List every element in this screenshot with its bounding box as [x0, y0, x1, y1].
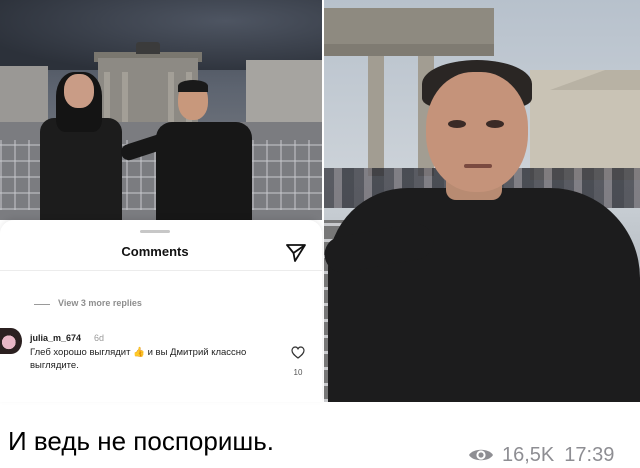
view-replies-link[interactable]: View 3 more replies — [58, 298, 142, 308]
comment-time: 6d — [94, 333, 105, 343]
message-meta: 16,5K 17:39 — [468, 444, 614, 466]
comment-text: Глеб хорошо выглядит 👍 и вы Дмитрий клас… — [30, 347, 247, 371]
gate-entablature — [324, 44, 494, 56]
person-body — [328, 188, 640, 402]
person-body — [40, 118, 122, 220]
person-long-hair — [40, 72, 122, 220]
gate-column — [122, 72, 128, 122]
view-count: 16,5K — [502, 443, 555, 466]
comments-title: Comments — [121, 244, 189, 259]
right-photo[interactable] — [324, 0, 640, 402]
send-icon[interactable] — [286, 244, 306, 262]
comments-sheet: Comments View 3 more replies julia_m_674… — [0, 220, 322, 402]
person-body — [156, 122, 252, 220]
message-text: И ведь не поспоришь. — [8, 426, 274, 456]
person-hair — [178, 80, 208, 92]
person-pointing — [118, 80, 254, 220]
person-mouth — [464, 164, 492, 168]
eye-icon — [469, 449, 493, 461]
person-head — [426, 72, 528, 192]
telegram-post: Comments View 3 more replies julia_m_674… — [0, 0, 640, 468]
quadriga — [136, 42, 160, 54]
replies-line — [34, 304, 50, 305]
person-eye — [448, 120, 466, 128]
person-eye — [486, 120, 504, 128]
avatar[interactable] — [0, 328, 22, 354]
comment-username[interactable]: julia_m_674 — [30, 333, 81, 343]
heart-outline-icon[interactable] — [291, 346, 305, 359]
drag-handle[interactable] — [140, 230, 170, 233]
message-time: 17:39 — [564, 443, 615, 466]
building-roof — [530, 70, 640, 90]
gate-column — [368, 56, 384, 176]
gate-attic — [324, 8, 494, 44]
divider — [0, 270, 322, 271]
like-count: 10 — [293, 368, 303, 377]
person-head — [64, 74, 94, 108]
building-right — [246, 60, 322, 126]
left-photo[interactable] — [0, 0, 322, 220]
